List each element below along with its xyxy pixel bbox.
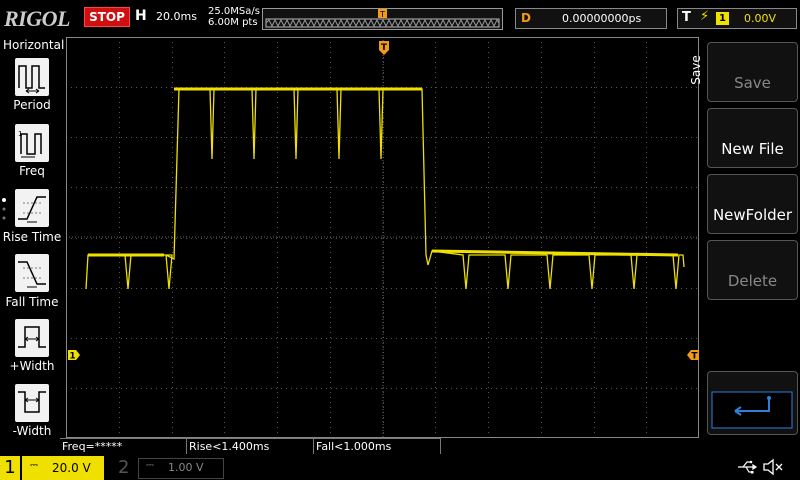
delete-button[interactable] [707, 240, 798, 300]
channel-2-scale: 1.00 V [168, 461, 204, 474]
svg-text:1: 1 [69, 352, 75, 362]
dc-coupling-icon: ⎓ [30, 460, 38, 471]
menu-item-period[interactable]: Period [0, 98, 64, 112]
measurement-fall[interactable]: Fall<1.000ms [314, 438, 440, 454]
rising-edge-icon: ⚡ [700, 9, 710, 24]
svg-text:Save: Save [689, 55, 703, 84]
new-file-button[interactable] [707, 108, 798, 168]
menu-item-positive-width[interactable]: +Width [0, 359, 64, 373]
usb-connection-icon [738, 460, 758, 474]
channel-1-scale: 20.0 V [52, 461, 91, 475]
timeline-waveform-icon: T [265, 9, 500, 28]
menu-item-rise-time[interactable]: Rise Time [0, 230, 64, 244]
speaker-mute-icon[interactable] [762, 458, 784, 476]
trigger-position-marker[interactable]: T [378, 40, 390, 56]
positive-width-icon[interactable] [15, 319, 49, 357]
save-button[interactable] [707, 42, 798, 102]
save-button-label: Save [734, 74, 771, 92]
memory-depth: 6.00M pts [208, 17, 258, 28]
channel-1-trace [85, 88, 685, 290]
horizontal-indicator: H [135, 8, 147, 24]
measurement-divider [186, 438, 187, 454]
measurement-divider [313, 438, 314, 454]
measurement-freq[interactable]: Freq=***** [60, 438, 186, 454]
left-menu-title: Horizontal [3, 38, 65, 52]
measurement-divider [440, 438, 441, 454]
new-folder-button[interactable] [707, 174, 798, 234]
svg-text:T: T [381, 43, 388, 53]
delay-indicator: D [521, 11, 531, 25]
new-file-label: New File [721, 140, 784, 158]
menu-item-negative-width[interactable]: -Width [0, 424, 64, 438]
trigger-level-marker[interactable]: T [686, 349, 700, 361]
fall-time-icon[interactable] [15, 254, 49, 292]
negative-width-icon[interactable] [15, 384, 49, 422]
measurement-rise[interactable]: Rise<1.400ms [187, 438, 313, 454]
channel-1-indicator[interactable]: 1 [0, 456, 20, 480]
new-folder-label: NewFolder [712, 206, 793, 224]
run-stop-status[interactable]: STOP [84, 7, 130, 27]
trigger-level: 0.00V [744, 12, 777, 25]
channel-1-offset-marker[interactable]: 1 [67, 349, 81, 361]
menu-item-fall-time[interactable]: Fall Time [0, 295, 64, 309]
trigger-source: 1 [716, 12, 729, 25]
trigger-indicator: T [682, 10, 691, 25]
svg-text:T: T [691, 352, 698, 362]
brand-logo: RIGOL [4, 6, 70, 31]
dc-coupling-icon: ⎓ [146, 460, 154, 471]
save-menu-tab: Save [689, 55, 703, 84]
delay-value: 0.00000000ps [562, 12, 642, 25]
rise-time-icon[interactable] [15, 189, 49, 227]
waveform-display[interactable] [66, 37, 699, 438]
trigger-box[interactable] [677, 8, 797, 29]
sample-rate: 25.0MSa/s [208, 6, 260, 17]
svg-text:1: 1 [18, 130, 22, 138]
frequency-icon[interactable]: 1 [15, 124, 49, 162]
memory-timeline: T [262, 8, 503, 30]
period-icon[interactable] [15, 58, 49, 96]
delete-label: Delete [727, 272, 778, 290]
return-arrow-icon [711, 391, 793, 429]
timebase-value[interactable]: 20.0ms [156, 10, 197, 23]
menu-page-dots [1, 197, 7, 229]
svg-text:T: T [379, 10, 385, 19]
channel-2-indicator[interactable]: 2 [118, 457, 129, 478]
menu-item-freq[interactable]: Freq [0, 164, 64, 178]
